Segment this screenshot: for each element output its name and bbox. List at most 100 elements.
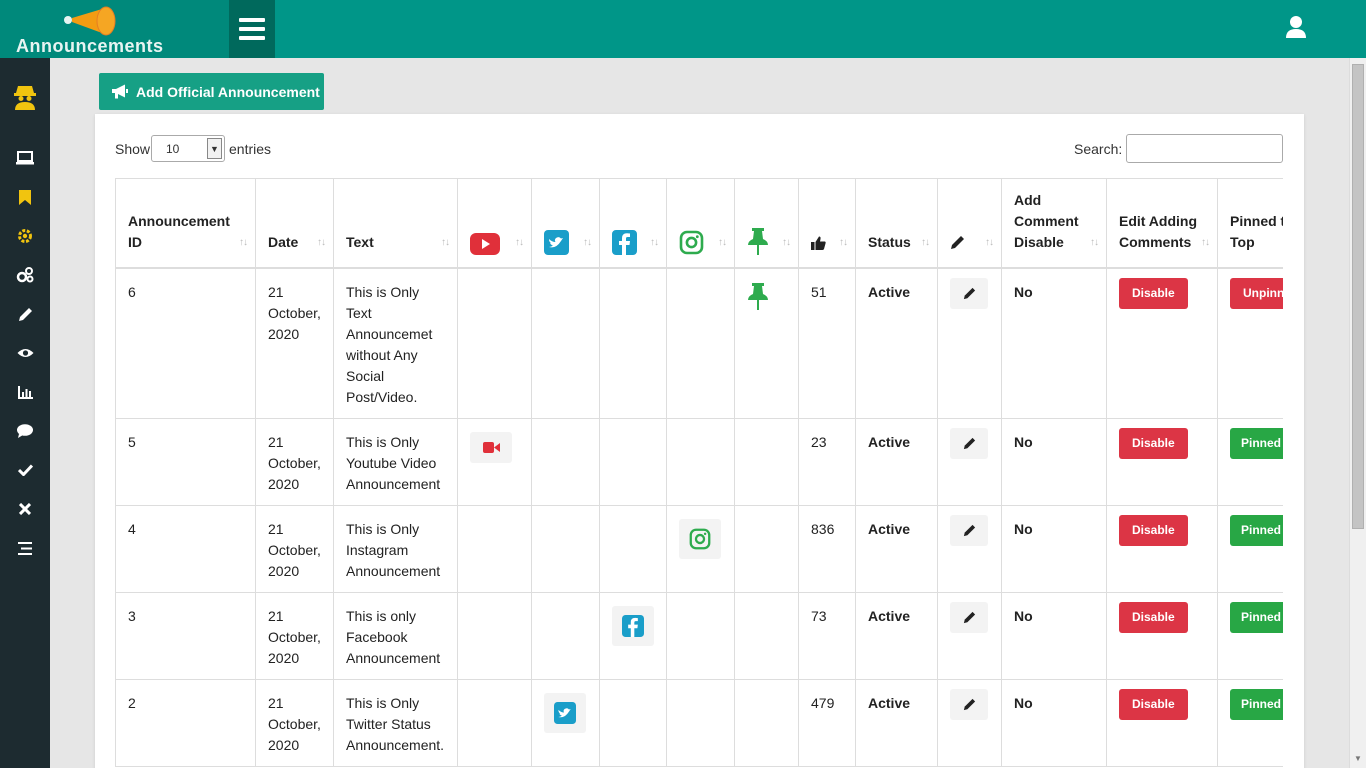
col-header-id-label: Announcement ID — [128, 212, 230, 250]
twitter-link-button[interactable] — [544, 692, 586, 733]
col-header-pinned-to-top[interactable]: Pinned to Top — [1217, 178, 1283, 269]
disable-comments-button[interactable]: Disable — [1119, 514, 1188, 546]
edit-button[interactable] — [950, 601, 988, 633]
bookmark-icon — [19, 189, 31, 205]
cell-date: 21 October, 2020 — [255, 504, 334, 593]
pinned-button[interactable]: Pinned — [1230, 688, 1283, 720]
pinned-button[interactable]: Pinned — [1230, 427, 1283, 459]
instagram-icon — [679, 230, 704, 254]
cell-pinned-to-top: Unpinned — [1217, 267, 1283, 419]
comment-icon — [17, 424, 33, 438]
cell-twitter — [531, 267, 600, 419]
disable-comments-button[interactable]: Disable — [1119, 277, 1188, 309]
sidebar-item-comments[interactable] — [0, 413, 50, 449]
sort-icon: ↑↓ — [650, 236, 659, 248]
sidebar-item-view[interactable] — [0, 335, 50, 371]
cell-pinned-to-top: Pinned — [1217, 417, 1283, 506]
pencil-icon — [963, 287, 975, 299]
instagram-link-button[interactable] — [679, 518, 721, 559]
sidebar — [0, 58, 50, 768]
instagram-icon — [689, 528, 711, 549]
col-header-likes[interactable]: ↑↓ — [798, 178, 856, 269]
edit-button[interactable] — [950, 277, 988, 309]
col-header-youtube[interactable]: ↑↓ — [457, 178, 532, 269]
cell-pinned-to-top: Pinned — [1217, 678, 1283, 767]
cell-id: 3 — [115, 591, 256, 680]
cell-instagram — [666, 267, 735, 419]
col-header-pin[interactable]: ↑↓ — [734, 178, 799, 269]
cell-edit-adding-comments: Disable — [1106, 417, 1218, 506]
sidebar-item-bookmarks[interactable] — [0, 179, 50, 215]
col-header-date[interactable]: Date ↑↓ — [255, 178, 334, 269]
cell-instagram — [666, 678, 735, 767]
cell-id: 2 — [115, 678, 256, 767]
sidebar-item-profile[interactable] — [0, 78, 50, 114]
col-header-facebook[interactable]: ↑↓ — [599, 178, 667, 269]
scroll-down-arrow[interactable]: ▼ — [1353, 754, 1363, 764]
logo[interactable]: Announcements — [0, 0, 229, 58]
megaphone-icon — [112, 84, 128, 99]
cell-facebook — [599, 417, 667, 506]
page-scrollbar[interactable]: ▼ — [1349, 58, 1366, 768]
cell-date: 21 October, 2020 — [255, 591, 334, 680]
cell-edit — [937, 678, 1002, 767]
user-menu-button[interactable] — [1282, 12, 1310, 42]
col-header-edit[interactable]: ↑↓ — [937, 178, 1002, 269]
unpin-button[interactable]: Unpinned — [1230, 277, 1283, 309]
col-header-id[interactable]: Announcement ID ↑↓ — [115, 178, 256, 269]
announcements-table: Announcement ID ↑↓ Date ↑↓ Text ↑↓ ↑↓ ↑↓ — [115, 178, 1283, 767]
edit-button[interactable] — [950, 514, 988, 546]
cell-likes: 73 — [798, 591, 856, 680]
youtube-link-button[interactable] — [470, 431, 512, 463]
cell-add-comment-disable: No — [1001, 591, 1107, 680]
cell-edit — [937, 591, 1002, 680]
facebook-link-button[interactable] — [612, 605, 654, 646]
cell-facebook — [599, 678, 667, 767]
sidebar-item-list[interactable] — [0, 530, 50, 566]
gear-icon — [18, 229, 32, 243]
cell-text: This is Only Instagram Announcement — [333, 504, 458, 593]
col-header-status[interactable]: Status ↑↓ — [855, 178, 938, 269]
entries-select[interactable]: 10 ▼ — [151, 135, 225, 162]
disable-comments-button[interactable]: Disable — [1119, 688, 1188, 720]
logo-text: Announcements — [16, 36, 164, 56]
sidebar-item-reject[interactable] — [0, 491, 50, 527]
table-container: Announcement ID ↑↓ Date ↑↓ Text ↑↓ ↑↓ ↑↓ — [115, 178, 1283, 768]
pencil-icon — [963, 611, 975, 623]
edit-button[interactable] — [950, 688, 988, 720]
pin-icon — [748, 227, 768, 255]
sidebar-item-analytics[interactable] — [0, 374, 50, 410]
disable-comments-button[interactable]: Disable — [1119, 427, 1188, 459]
scrollbar-thumb[interactable] — [1352, 64, 1364, 529]
add-official-announcement-button[interactable]: Add Official Announcement — [99, 73, 324, 110]
disable-comments-button[interactable]: Disable — [1119, 601, 1188, 633]
edit-button[interactable] — [950, 427, 988, 459]
sidebar-item-edit[interactable] — [0, 296, 50, 332]
sidebar-item-dashboard[interactable] — [0, 140, 50, 176]
search-input[interactable] — [1126, 134, 1283, 163]
col-header-edit-adding-comments[interactable]: Edit Adding Comments ↑↓ — [1106, 178, 1218, 269]
pinned-button[interactable]: Pinned — [1230, 514, 1283, 546]
sidebar-item-cogs[interactable] — [0, 257, 50, 293]
col-header-instagram[interactable]: ↑↓ — [666, 178, 735, 269]
entries-label: entries — [229, 141, 272, 157]
col-header-text[interactable]: Text ↑↓ — [333, 178, 458, 269]
menu-toggle-button[interactable] — [229, 0, 275, 58]
cell-edit-adding-comments: Disable — [1106, 267, 1218, 419]
pencil-icon — [963, 437, 975, 449]
twitter-icon — [544, 229, 569, 255]
cell-twitter — [531, 504, 600, 593]
pinned-button[interactable]: Pinned — [1230, 601, 1283, 633]
col-header-twitter[interactable]: ↑↓ — [531, 178, 600, 269]
cell-youtube — [457, 267, 532, 419]
cell-add-comment-disable: No — [1001, 417, 1107, 506]
sort-icon: ↑↓ — [839, 236, 848, 248]
eye-icon — [17, 349, 33, 357]
sidebar-item-settings[interactable] — [0, 218, 50, 254]
col-header-add-comment-disable[interactable]: Add Comment Disable ↑↓ — [1001, 178, 1107, 269]
entries-value: 10 — [166, 142, 180, 156]
cell-twitter — [531, 417, 600, 506]
sidebar-item-approve[interactable] — [0, 452, 50, 488]
table-row: 6 21 October, 2020 This is Only Text Annou… — [115, 267, 1283, 419]
cell-text: This is Only Twitter Status Announcement… — [333, 678, 458, 767]
